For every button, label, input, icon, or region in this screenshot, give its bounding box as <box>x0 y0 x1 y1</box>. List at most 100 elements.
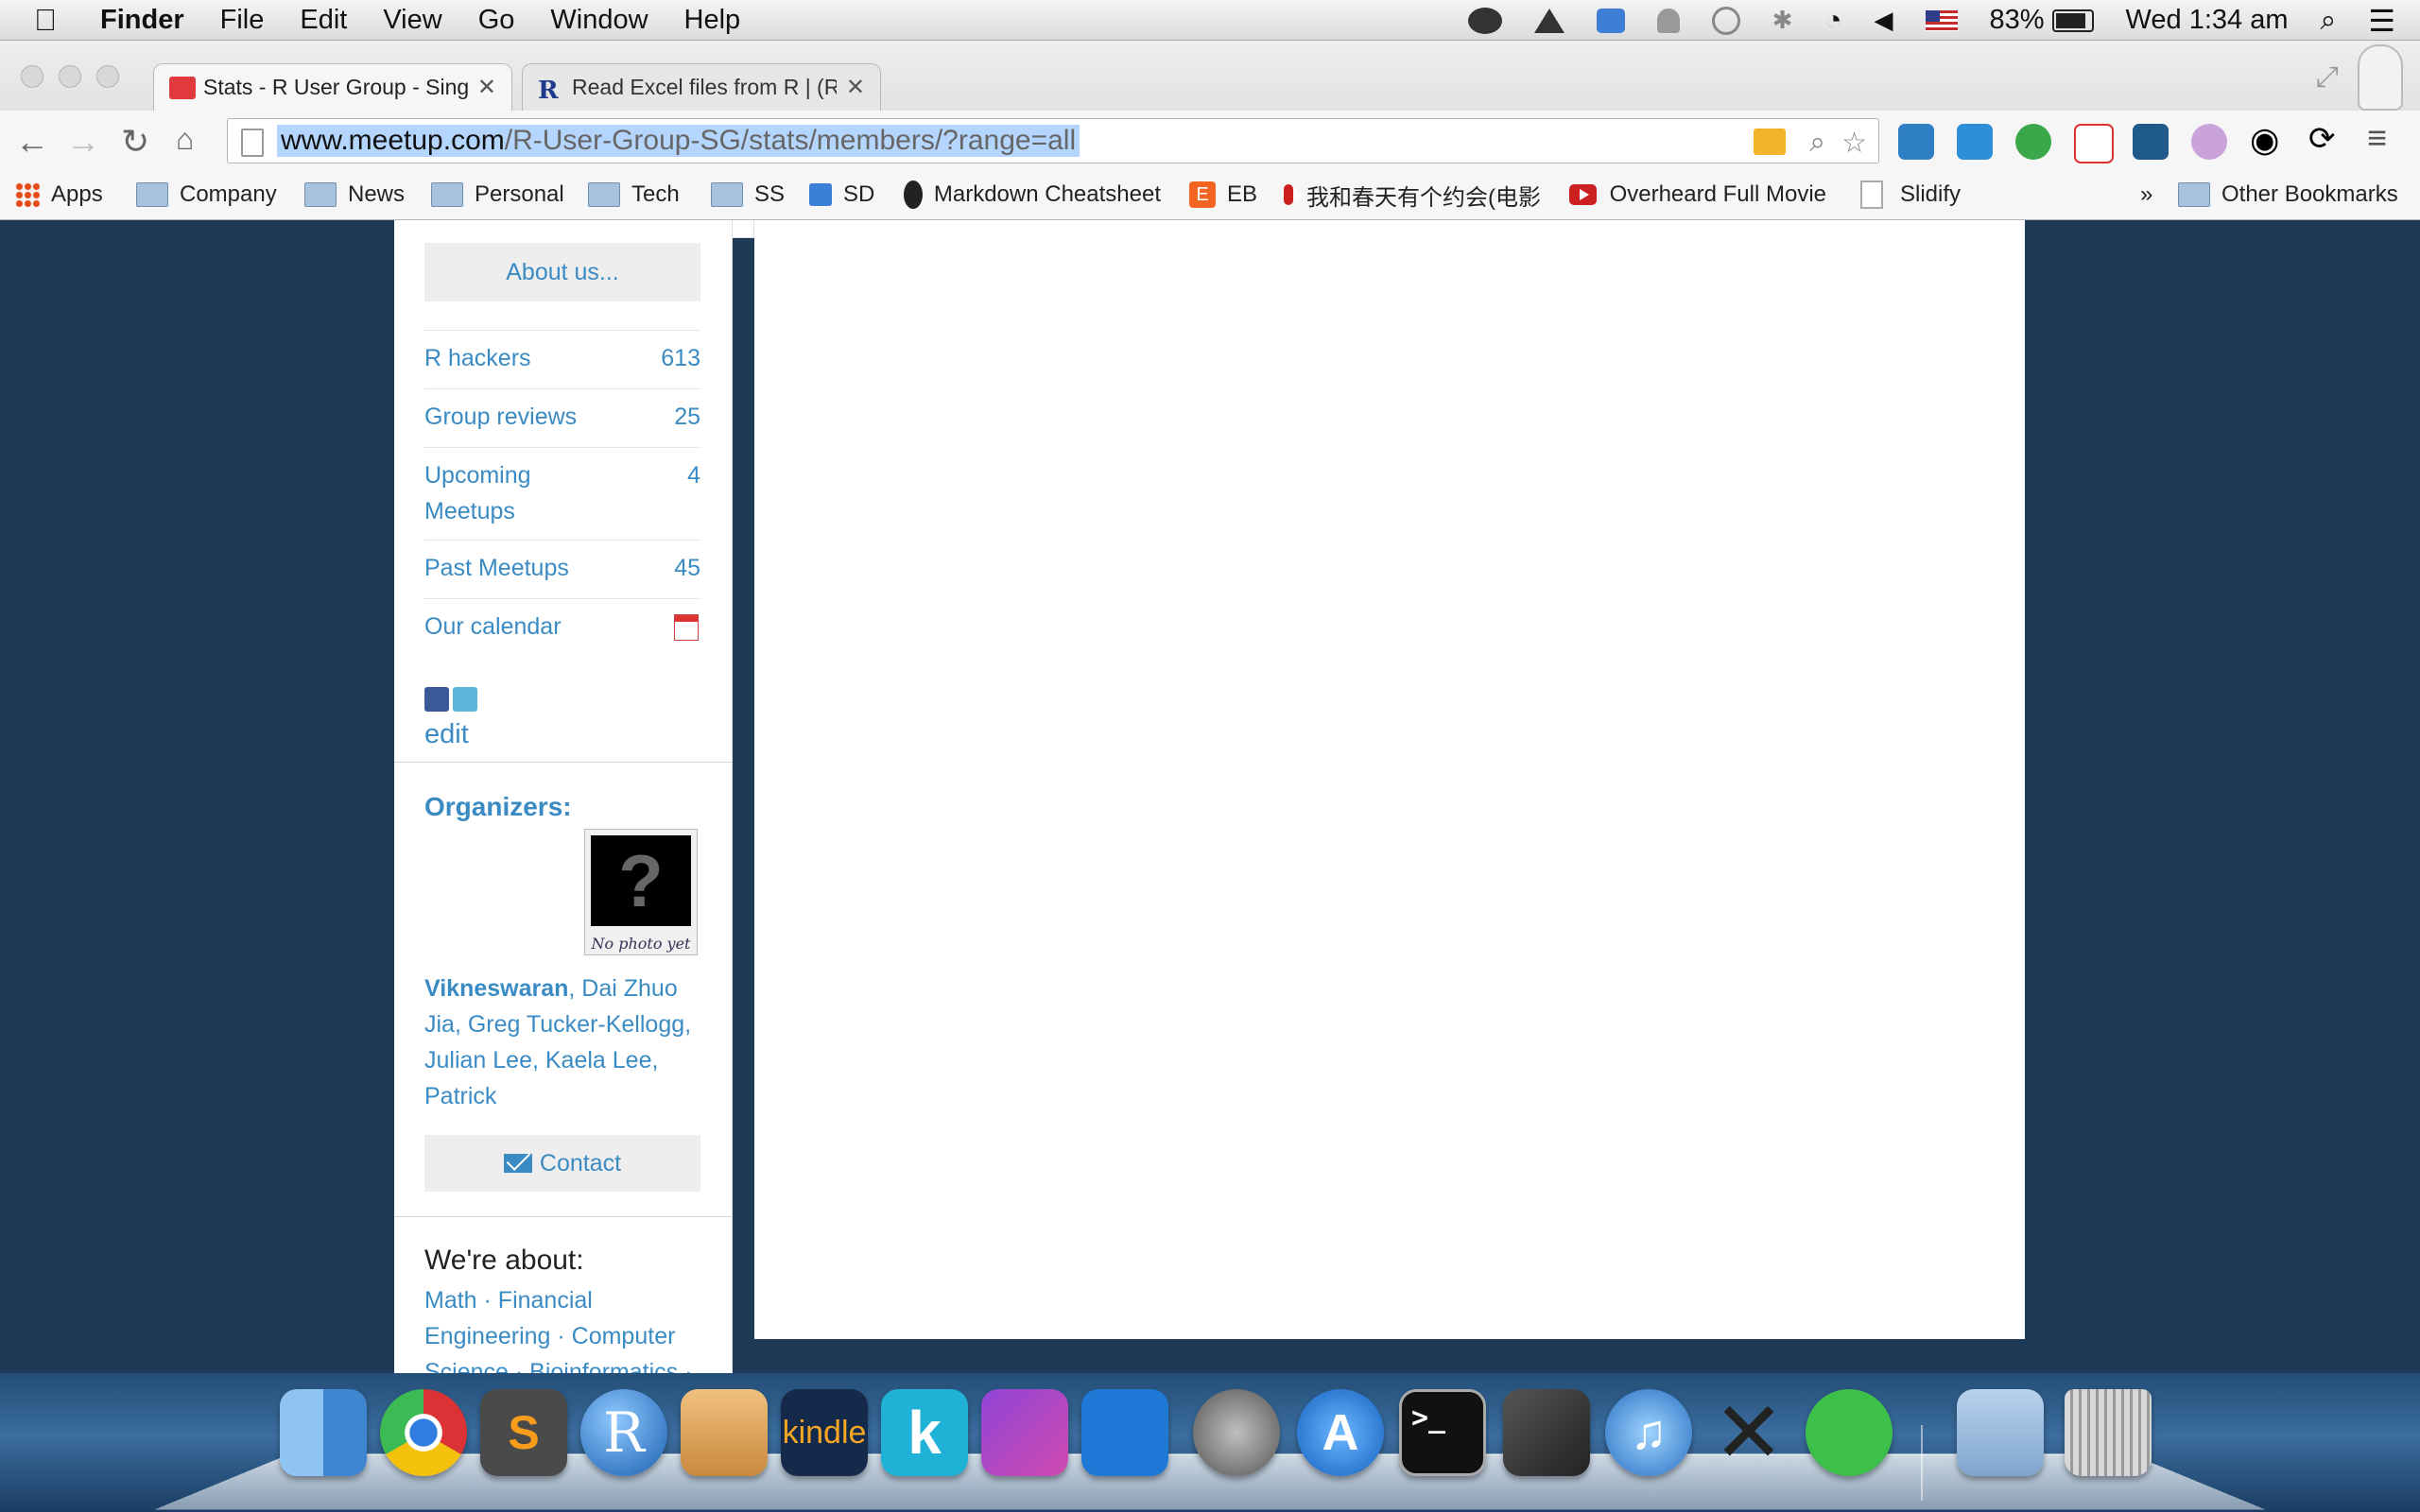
tab-stats[interactable]: Stats - R User Group - Singapore ✕ <box>153 63 512 111</box>
fullscreen-icon[interactable]: ⤢ <box>2316 61 2339 94</box>
menu-view[interactable]: View <box>383 5 441 36</box>
stat-row-upcoming-meetups[interactable]: Upcoming Meetups 4 <box>424 447 700 541</box>
launchpad-dock-icon[interactable] <box>1193 1389 1280 1476</box>
url-text[interactable]: www.meetup.com/R-User-Group-SG/stats/mem… <box>277 125 1080 157</box>
menubar-clock[interactable]: Wed 1:34 am <box>2126 5 2289 36</box>
x11-dock-icon[interactable]: ✕ <box>1705 1386 1792 1481</box>
spotlight-search-icon[interactable]: ⌕ <box>2321 5 2337 37</box>
flower-extension-icon[interactable] <box>2191 124 2227 160</box>
bookmark-folder-news[interactable]: News <box>304 179 405 211</box>
menu-help[interactable]: Help <box>684 5 741 36</box>
notification-icon[interactable] <box>1656 8 1680 33</box>
stat-row-group-reviews[interactable]: Group reviews 25 <box>424 388 700 448</box>
pocket-extension-icon[interactable] <box>2133 124 2169 160</box>
tab-close-icon[interactable]: ✕ <box>846 74 865 101</box>
bookmark-other-bookmarks[interactable]: Other Bookmarks <box>2178 179 2398 211</box>
us-flag-icon[interactable] <box>1925 9 1958 31</box>
bookmark-overheard[interactable]: Overheard Full Movie <box>1569 179 1826 211</box>
folder-icon <box>2178 182 2210 207</box>
app-store-dock-icon[interactable]: A <box>1297 1389 1384 1476</box>
kindle-dock-icon[interactable]: kindle <box>781 1389 868 1476</box>
gmail-extension-icon[interactable] <box>2074 124 2114 163</box>
stat-row-calendar[interactable]: Our calendar <box>424 598 700 658</box>
wechat-dock-icon[interactable] <box>1806 1389 1893 1476</box>
reload-icon[interactable]: ↻ <box>121 122 149 162</box>
menu-app-name[interactable]: Finder <box>100 5 184 36</box>
sidebar-divider <box>394 762 733 763</box>
edit-link[interactable]: edit <box>424 719 469 750</box>
teamviewer-dock-icon[interactable] <box>1081 1389 1168 1476</box>
forward-arrow-icon[interactable]: → <box>66 122 100 162</box>
menu-window[interactable]: Window <box>550 5 648 36</box>
sublime-text-dock-icon[interactable]: S <box>480 1389 567 1476</box>
app-dock-icon[interactable] <box>981 1389 1068 1476</box>
address-bar[interactable]: www.meetup.com/R-User-Group-SG/stats/mem… <box>227 118 1879 163</box>
bookmark-youtube-movie-1[interactable]: 我和春天有个约会(电影 <box>1284 179 1541 211</box>
google-drive-icon[interactable] <box>1533 8 1564 33</box>
wifi-icon[interactable]: ◔ <box>1824 5 1841 37</box>
back-arrow-icon[interactable]: ← <box>15 122 49 162</box>
tab-read-excel[interactable]: R Read Excel files from R | (R news & tu… <box>522 63 881 111</box>
bookmark-sd[interactable]: SD <box>809 179 874 211</box>
steam-dock-icon[interactable] <box>1503 1389 1590 1476</box>
profile-avatar[interactable] <box>2358 44 2403 111</box>
bookmark-folder-tech[interactable]: Tech <box>588 179 680 211</box>
organizer-lead-link[interactable]: Vikneswaran <box>424 975 568 1002</box>
eye-extension-icon[interactable]: ◉ <box>2250 120 2286 159</box>
bookmark-folder-company[interactable]: Company <box>136 179 277 211</box>
bluetooth-icon[interactable]: ✱ <box>1772 6 1793 35</box>
home-icon[interactable]: ⌂ <box>176 122 194 157</box>
bookmark-markdown-cheatsheet[interactable]: Markdown Cheatsheet <box>904 179 1161 211</box>
window-minimize-button[interactable] <box>59 65 81 88</box>
bookmark-slidify[interactable]: Slidify <box>1860 179 1961 211</box>
calendar-icon[interactable] <box>674 614 699 641</box>
envelope-icon <box>503 1154 532 1173</box>
trash-dock-icon[interactable] <box>2065 1389 2152 1476</box>
notification-center-icon[interactable]: ☰ <box>2368 3 2395 39</box>
chrome-menu-icon[interactable]: ≡ <box>2367 118 2403 157</box>
terminal-dock-icon[interactable]: >_ <box>1399 1389 1486 1476</box>
bookmark-eb[interactable]: E EB <box>1189 179 1257 211</box>
sync-extension-icon[interactable]: ⟳ <box>2308 120 2344 157</box>
downloads-stack-dock-icon[interactable] <box>1957 1389 2044 1476</box>
contact-button[interactable]: Contact <box>424 1135 700 1192</box>
bookmark-star-icon[interactable]: ☆ <box>1841 127 1867 160</box>
organizer-avatar[interactable]: ? No photo yet <box>584 829 698 955</box>
window-zoom-button[interactable] <box>96 65 119 88</box>
finder-dock-icon[interactable] <box>280 1389 367 1476</box>
time-machine-icon[interactable] <box>1711 6 1740 35</box>
dropbox-icon[interactable] <box>1596 8 1625 33</box>
apple-menu-icon[interactable]:  <box>34 3 57 38</box>
itunes-dock-icon[interactable]: ♫ <box>1605 1389 1692 1476</box>
page-info-icon[interactable] <box>241 129 264 157</box>
about-us-button[interactable]: About us... <box>424 243 700 301</box>
extension-in-omnibox-icon[interactable] <box>1754 129 1786 155</box>
battery-icon[interactable] <box>2051 9 2094 32</box>
window-close-button[interactable] <box>21 65 43 88</box>
zoom-magnifier-icon[interactable]: ⌕ <box>1809 127 1825 159</box>
wechat-icon[interactable] <box>1467 7 1502 34</box>
menu-file[interactable]: File <box>220 5 265 36</box>
volume-icon[interactable]: ◀ <box>1875 6 1893 35</box>
topic-tags[interactable]: Math · Financial Engineering · Computer … <box>424 1282 704 1373</box>
bookmark-folder-ss[interactable]: SS <box>711 179 785 211</box>
menu-go[interactable]: Go <box>478 5 515 36</box>
twitter-icon[interactable] <box>453 687 477 712</box>
bookmark-apps[interactable]: Apps <box>15 179 103 211</box>
stat-row-past-meetups[interactable]: Past Meetups 45 <box>424 540 700 599</box>
battery-percent[interactable]: 83% <box>1990 5 2045 36</box>
evernote-extension-icon[interactable] <box>2015 124 2051 160</box>
screenshot-extension-icon[interactable] <box>1898 124 1934 160</box>
tab-close-icon[interactable]: ✕ <box>477 74 496 101</box>
bookmark-folder-personal[interactable]: Personal <box>431 179 564 211</box>
bookmarks-overflow-chevron[interactable]: » <box>2140 179 2152 211</box>
chrome-dock-icon[interactable] <box>380 1389 467 1476</box>
r-dock-icon[interactable]: R <box>580 1389 667 1476</box>
github-dock-icon[interactable] <box>681 1389 768 1476</box>
menu-edit[interactable]: Edit <box>300 5 347 36</box>
stat-row-members[interactable]: R hackers 613 <box>424 330 700 389</box>
kobo-dock-icon[interactable]: k <box>881 1389 968 1476</box>
organizers-list[interactable]: Vikneswaran, Dai Zhuo Jia, Greg Tucker-K… <box>424 971 704 1114</box>
facebook-icon[interactable] <box>424 687 449 712</box>
dropbox-extension-icon[interactable] <box>1957 124 1993 160</box>
